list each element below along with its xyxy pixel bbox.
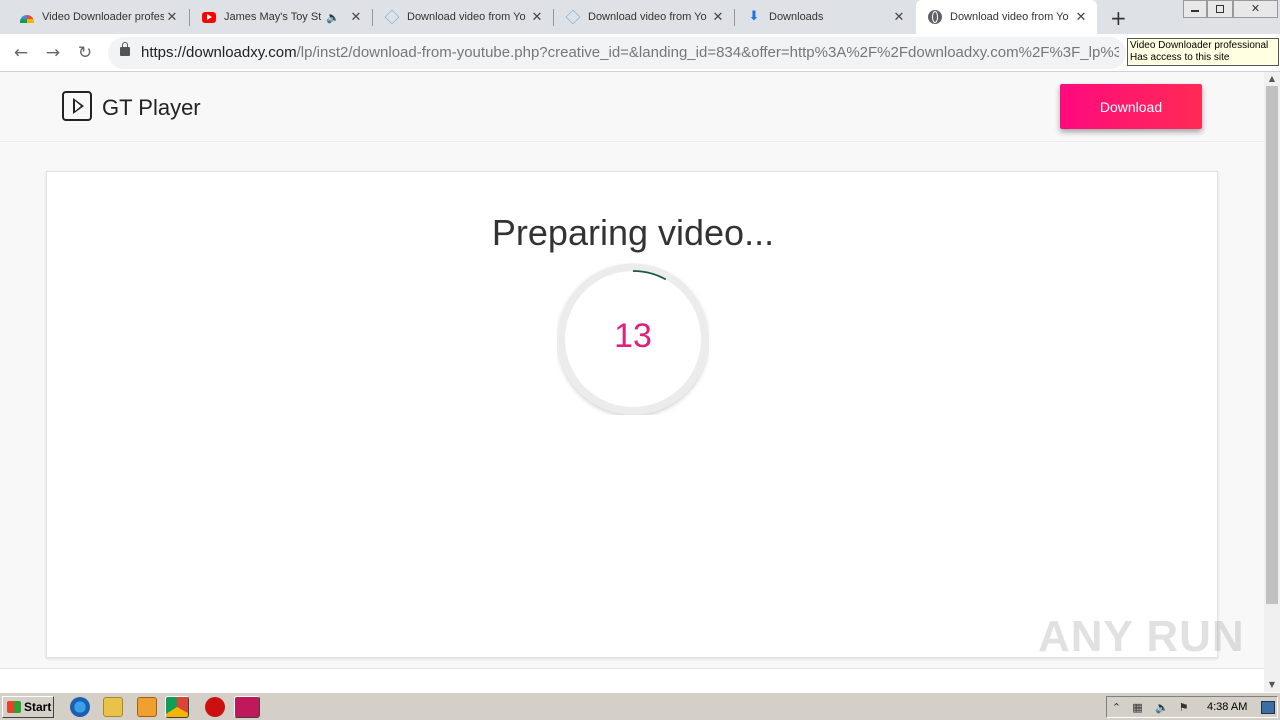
youtube-icon [202, 11, 216, 23]
url-path: /lp/inst2/download-from-youtube.php?crea… [296, 44, 1119, 61]
close-icon: ✕ [1250, 2, 1261, 15]
tab-strip: Video Downloader profes ✕ James May's To… [0, 0, 1280, 34]
back-button[interactable]: ← [10, 42, 32, 64]
site-header: GT Player Download [0, 72, 1264, 142]
tab-title: Video Downloader profes [42, 11, 164, 23]
preparing-title: Preparing video... [491, 212, 775, 253]
scroll-thumb[interactable] [1266, 86, 1278, 604]
forward-button[interactable]: → [42, 42, 64, 64]
speaker-icon[interactable]: 🔈 [326, 11, 340, 24]
restore-icon [1216, 5, 1224, 13]
web-page: GT Player Download Preparing video... 13… [0, 72, 1264, 692]
scroll-down-icon[interactable]: ▼ [1264, 678, 1280, 692]
rainbow-extension-icon [20, 15, 34, 23]
tab-title: Download video from Yo [950, 11, 1069, 23]
close-icon[interactable]: ✕ [710, 10, 726, 25]
page-footer [0, 668, 1264, 692]
tooltip-line: Has access to this site [1130, 52, 1230, 63]
preparing-card: Preparing video... 13 [46, 171, 1218, 658]
close-icon[interactable]: ✕ [529, 10, 545, 25]
windows-flag-icon [7, 701, 21, 713]
window-close-button[interactable]: ✕ [1233, 0, 1278, 18]
volume-icon[interactable]: 🔈 [1155, 701, 1169, 714]
tab-title: Downloads [769, 11, 824, 23]
download-icon: ⬇ [748, 9, 760, 24]
chrome-taskbar-icon[interactable] [165, 696, 189, 718]
box-icon [565, 9, 581, 25]
restore-button[interactable] [1207, 0, 1233, 18]
url-host: https://downloadxy.com [141, 44, 297, 61]
tab-title: Download video from Yo [588, 11, 707, 23]
tab-james-may[interactable]: James May's Toy St 🔈 ✕ [190, 0, 372, 34]
chevron-up-icon[interactable]: ⌃ [1110, 701, 1123, 714]
close-icon[interactable]: ✕ [164, 10, 180, 25]
system-tray: ⌃ ▦ 🔈 ⚑ 4:38 AM [1106, 696, 1278, 718]
tab-download-video-2[interactable]: Download video from Yo ✕ [554, 0, 734, 34]
gt-player-taskbar-icon[interactable] [234, 696, 260, 718]
box-icon [384, 9, 400, 25]
internet-explorer-icon[interactable] [70, 697, 90, 717]
folder-icon[interactable] [103, 697, 123, 717]
tab-title: Download video from Yo [407, 11, 526, 23]
flag-icon[interactable]: ⚑ [1177, 701, 1190, 714]
opera-icon[interactable] [205, 697, 225, 717]
new-tab-button[interactable]: + [1110, 6, 1127, 30]
start-label: Start [24, 700, 52, 714]
clock: 4:38 AM [1207, 701, 1248, 713]
page-scrollbar[interactable]: ▲ ▼ [1264, 72, 1280, 692]
tooltip-line: Video Downloader professional [1130, 40, 1269, 51]
countdown-number: 13 [614, 317, 652, 355]
lock-icon[interactable] [120, 42, 130, 56]
tab-download-video-active[interactable]: Download video from Yo ✕ [916, 0, 1097, 34]
address-bar[interactable]: https://downloadxy.com/lp/inst2/download… [108, 37, 1126, 69]
url-text[interactable]: https://downloadxy.com/lp/inst2/download… [141, 44, 1119, 61]
network-icon[interactable]: ▦ [1131, 701, 1144, 714]
extension-tooltip: Video Downloader professional Has access… [1127, 38, 1279, 66]
reload-button[interactable]: ↻ [74, 42, 96, 64]
play-logo-icon [62, 91, 92, 121]
close-icon[interactable]: ✕ [1073, 10, 1089, 25]
tab-downloads[interactable]: ⬇ Downloads ✕ [735, 0, 915, 34]
media-player-icon[interactable] [137, 697, 157, 717]
minimize-icon [1191, 10, 1199, 12]
tab-title: James May's Toy St [224, 11, 322, 23]
close-icon[interactable]: ✕ [348, 10, 364, 25]
start-button[interactable]: Start [2, 696, 54, 718]
show-desktop-icon[interactable] [1261, 701, 1275, 714]
tab-download-video-1[interactable]: Download video from Yo ✕ [373, 0, 553, 34]
scroll-up-icon[interactable]: ▲ [1264, 72, 1280, 86]
minimize-button[interactable] [1183, 0, 1207, 18]
tab-video-downloader[interactable]: Video Downloader profes ✕ [0, 0, 188, 34]
browser-toolbar: ← → ↻ https://downloadxy.com/lp/inst2/do… [0, 34, 1280, 72]
download-button[interactable]: Download [1060, 84, 1202, 129]
windows-taskbar: Start ⌃ ▦ 🔈 ⚑ 4:38 AM [0, 692, 1280, 720]
brand-name: GT Player [102, 95, 201, 120]
close-icon[interactable]: ✕ [891, 10, 907, 25]
globe-icon [928, 10, 942, 24]
anyrun-watermark: ANY RUN [1038, 612, 1245, 661]
